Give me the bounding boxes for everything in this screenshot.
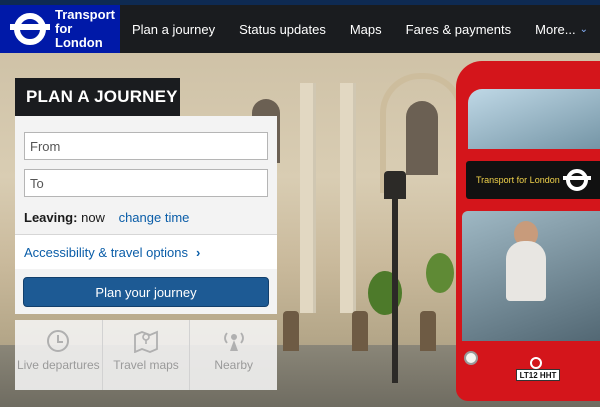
- bus-roundel-icon: [562, 169, 591, 191]
- clock-icon: [47, 328, 70, 354]
- map-icon: [133, 328, 159, 354]
- to-input[interactable]: [24, 169, 268, 197]
- quick-link-label: Travel maps: [113, 358, 179, 372]
- accessibility-options-link[interactable]: Accessibility & travel options ›: [15, 235, 277, 269]
- journey-planner-form: Leaving: now change time Accessibility &…: [15, 116, 277, 314]
- bus-badge-icon: [530, 357, 542, 369]
- accessibility-options-label: Accessibility & travel options: [24, 244, 189, 260]
- building-column: [340, 83, 356, 313]
- planner-title: PLAN A JOURNEY: [26, 87, 178, 106]
- leaving-value: now: [81, 210, 105, 225]
- nav-more-label: More...: [535, 21, 576, 37]
- shrub: [426, 253, 454, 293]
- nav-maps[interactable]: Maps: [338, 22, 394, 37]
- nav-items: Plan a journey Status updates Maps Fares…: [120, 5, 600, 53]
- nav-status-updates[interactable]: Status updates: [227, 22, 338, 37]
- brand-name: Transport for London: [55, 8, 120, 50]
- change-time-link[interactable]: change time: [119, 210, 190, 225]
- quick-link-nearby[interactable]: Nearby: [190, 320, 277, 390]
- nav-more[interactable]: More... ⌄: [523, 22, 600, 37]
- brand-line-1: Transport: [55, 7, 115, 22]
- bus-destination-text: Transport for London: [476, 175, 560, 185]
- plan-journey-button[interactable]: Plan your journey: [23, 277, 269, 307]
- lamp-post: [392, 173, 398, 383]
- leaving-row: Leaving: now change time: [24, 210, 189, 225]
- chevron-down-icon: ⌄: [579, 23, 588, 35]
- bus-driver-body: [506, 241, 546, 301]
- nearby-icon: [220, 328, 248, 354]
- tfl-home-link[interactable]: Transport for London: [0, 5, 120, 53]
- bollard: [283, 311, 299, 351]
- quick-link-live-departures[interactable]: Live departures: [15, 320, 103, 390]
- quick-link-label: Live departures: [16, 358, 100, 372]
- brand-line-2: for London: [55, 21, 103, 50]
- building-column: [300, 83, 316, 313]
- building-window: [406, 101, 438, 175]
- bollard: [352, 311, 368, 351]
- bus-license-plate: LT12 HHT: [516, 369, 560, 381]
- from-input[interactable]: [24, 132, 268, 160]
- quick-link-label: Nearby: [214, 358, 254, 372]
- red-bus: Transport for London LT12 HHT: [456, 61, 600, 401]
- bus-upper-window: [468, 89, 600, 149]
- chevron-right-icon: ›: [196, 244, 201, 260]
- nav-fares-payments[interactable]: Fares & payments: [394, 22, 524, 37]
- quick-links: Live departures Travel maps Nearby: [15, 320, 277, 390]
- tfl-roundel-icon: [10, 13, 50, 45]
- bollard: [420, 311, 436, 351]
- main-nav: Transport for London Plan a journey Stat…: [0, 5, 600, 53]
- leaving-label: Leaving:: [24, 210, 78, 225]
- nav-plan-a-journey[interactable]: Plan a journey: [132, 22, 227, 37]
- bus-headlight: [464, 351, 478, 365]
- planner-title-bar: PLAN A JOURNEY: [15, 78, 180, 116]
- bus-destination-sign: Transport for London: [466, 161, 600, 199]
- quick-link-travel-maps[interactable]: Travel maps: [103, 320, 191, 390]
